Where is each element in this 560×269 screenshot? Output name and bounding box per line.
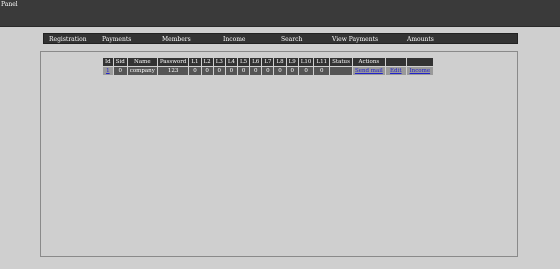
cell-l4: 0: [225, 67, 237, 75]
column-header-l4: L4: [225, 58, 237, 66]
column-header-actions: Actions: [352, 58, 385, 66]
cell-name: company: [127, 67, 157, 75]
cell-l8: 0: [274, 67, 286, 75]
nav-view-payments[interactable]: View Payments: [332, 34, 378, 45]
nav-search[interactable]: Search: [281, 34, 302, 45]
edit-link[interactable]: Edit: [390, 68, 402, 74]
column-header-l9: L9: [286, 58, 298, 66]
income-link[interactable]: Income: [410, 68, 431, 74]
column-header-l2: L2: [201, 58, 213, 66]
column-header-l3: L3: [213, 58, 225, 66]
column-header-l8: L8: [274, 58, 286, 66]
column-header-name: Name: [127, 58, 157, 66]
cell-income: Income: [406, 67, 433, 75]
cell-l11: 0: [314, 67, 330, 75]
cell-send-mail: Send mail: [352, 67, 385, 75]
nav-income[interactable]: Income: [223, 34, 245, 45]
column-header-l5: L5: [238, 58, 250, 66]
table-row: 1 0 company 123 0 0 0 0 0 0 0 0 0 0 0 Se…: [103, 67, 433, 75]
nav-registration[interactable]: Registration: [49, 34, 87, 45]
column-header-l6: L6: [250, 58, 262, 66]
nav-members[interactable]: Members: [162, 34, 191, 45]
cell-l2: 0: [201, 67, 213, 75]
cell-l9: 0: [286, 67, 298, 75]
cell-password: 123: [157, 67, 189, 75]
cell-edit: Edit: [385, 67, 406, 75]
main-navigation: Registration Payments Members Income Sea…: [43, 33, 518, 44]
cell-l10: 0: [298, 67, 314, 75]
cell-id: 1: [103, 67, 113, 75]
send-mail-link[interactable]: Send mail: [355, 68, 383, 74]
content-panel: [40, 51, 518, 257]
top-header-bar: Panel: [0, 0, 560, 27]
cell-l5: 0: [238, 67, 250, 75]
cell-sid: 0: [113, 67, 127, 75]
column-header-sid: Sid: [113, 58, 127, 66]
column-header-l1: L1: [189, 58, 201, 66]
cell-status: [330, 67, 352, 75]
cell-l7: 0: [262, 67, 274, 75]
column-header-status: Status: [330, 58, 352, 66]
column-header-l11: L11: [314, 58, 330, 66]
nav-amounts[interactable]: Amounts: [407, 34, 434, 45]
cell-l6: 0: [250, 67, 262, 75]
column-header-blank-2: [406, 58, 433, 66]
member-id-link[interactable]: 1: [106, 68, 110, 74]
panel-title: Panel: [1, 1, 18, 8]
column-header-l10: L10: [298, 58, 314, 66]
cell-l1: 0: [189, 67, 201, 75]
nav-payments[interactable]: Payments: [102, 34, 131, 45]
cell-l3: 0: [213, 67, 225, 75]
table-header-row: Id Sid Name Password L1 L2 L3 L4 L5 L6 L…: [103, 58, 433, 66]
members-table: Id Sid Name Password L1 L2 L3 L4 L5 L6 L…: [102, 57, 434, 76]
column-header-l7: L7: [262, 58, 274, 66]
column-header-blank-1: [385, 58, 406, 66]
column-header-password: Password: [157, 58, 189, 66]
column-header-id: Id: [103, 58, 113, 66]
